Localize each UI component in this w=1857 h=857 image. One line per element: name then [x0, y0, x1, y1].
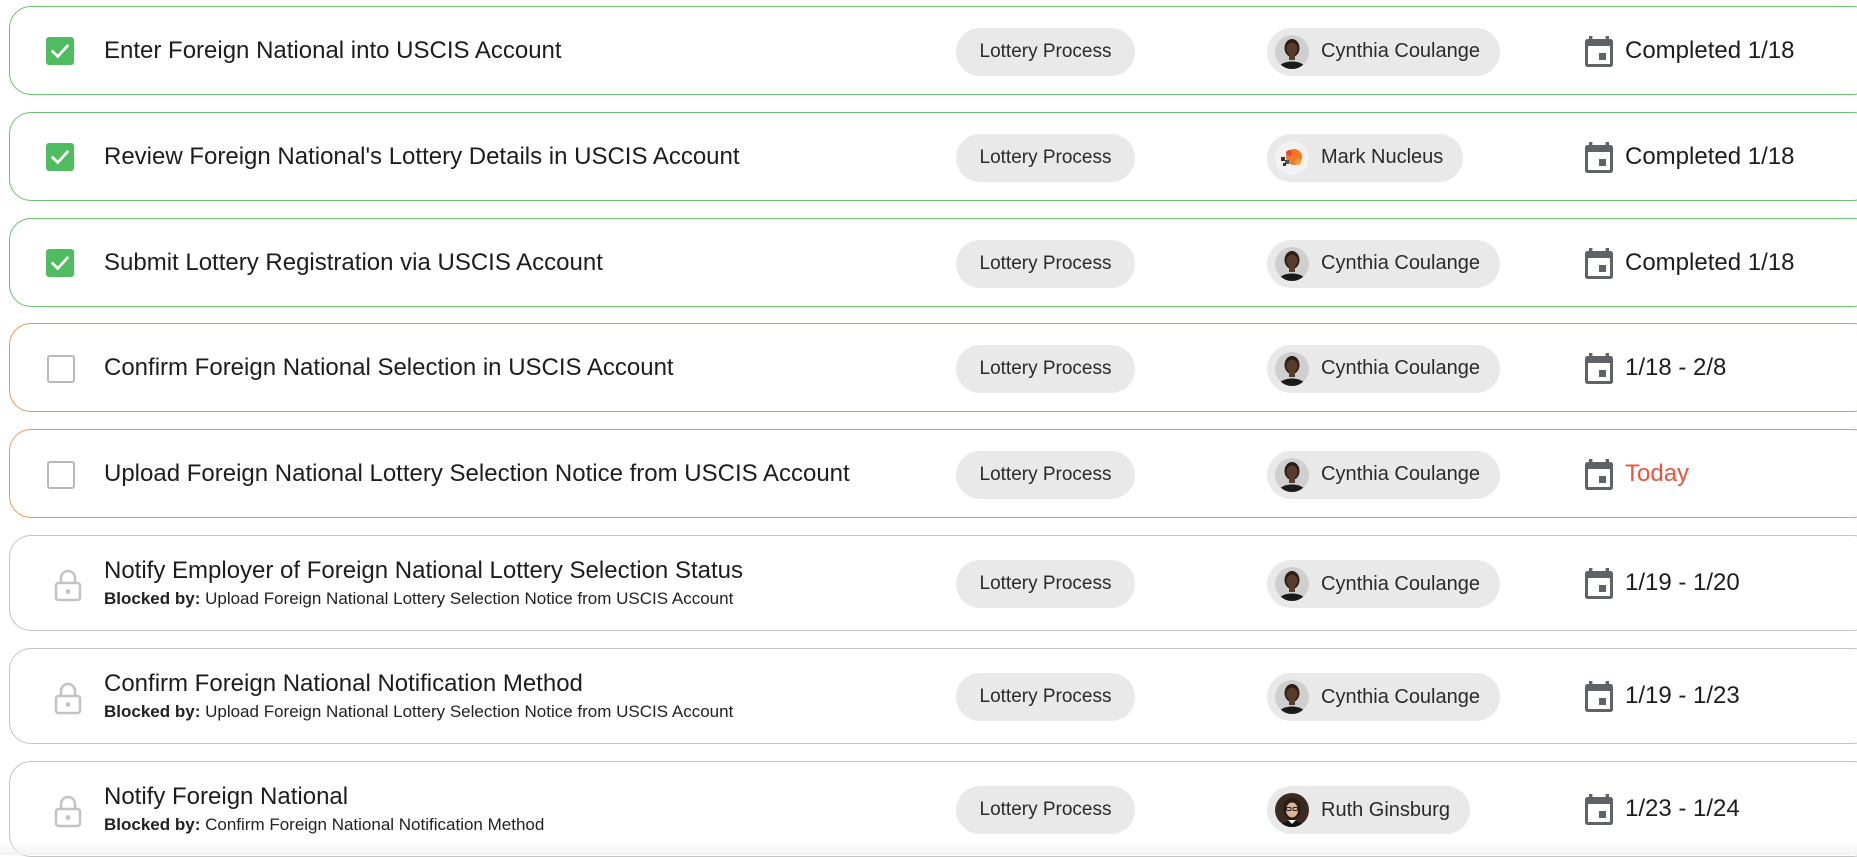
calendar-icon[interactable]	[1583, 35, 1615, 74]
blocked-by-text: Blocked by: Confirm Foreign National Not…	[104, 815, 544, 835]
task-row[interactable]: Enter Foreign National into USCIS Accoun…	[9, 6, 1857, 95]
task-row[interactable]: Upload Foreign National Lottery Selectio…	[9, 429, 1857, 518]
avatar	[1275, 457, 1309, 492]
empty-box	[47, 354, 75, 383]
task-title-block: Review Foreign National's Lottery Detail…	[104, 113, 740, 200]
assignee-name: Cynthia Coulange	[1321, 685, 1480, 708]
blocked-by-text: Blocked by: Upload Foreign National Lott…	[104, 702, 733, 722]
due-date[interactable]: Completed 1/18	[1625, 219, 1794, 306]
lock-icon	[53, 681, 83, 715]
assignee-name: Cynthia Coulange	[1321, 357, 1480, 379]
task-title[interactable]: Review Foreign National's Lottery Detail…	[104, 143, 740, 171]
task-row[interactable]: Submit Lottery Registration via USCIS Ac…	[9, 218, 1857, 307]
assignee-name: Ruth Ginsburg	[1321, 798, 1450, 821]
blocked-by-task: Upload Foreign National Lottery Selectio…	[205, 589, 734, 608]
category-tag[interactable]: Lottery Process	[956, 344, 1135, 393]
assignee-name: Mark Nucleus	[1321, 146, 1444, 168]
blocked-by-task: Confirm Foreign National Notification Me…	[205, 815, 545, 834]
due-date[interactable]: Today	[1625, 430, 1689, 517]
task-row[interactable]: Notify Foreign National Blocked by: Confi…	[9, 761, 1857, 857]
assignee-chip[interactable]: Cynthia Coulange	[1267, 450, 1500, 499]
task-title[interactable]: Enter Foreign National into USCIS Accoun…	[104, 37, 562, 65]
due-date[interactable]: Completed 1/18	[1625, 113, 1794, 200]
task-title[interactable]: Submit Lottery Registration via USCIS Ac…	[104, 249, 603, 277]
category-tag[interactable]: Lottery Process	[956, 27, 1135, 76]
task-title[interactable]: Confirm Foreign National Notification Me…	[104, 670, 733, 698]
due-date[interactable]: Completed 1/18	[1625, 7, 1794, 94]
calendar-icon[interactable]	[1583, 680, 1615, 719]
due-date[interactable]: 1/19 - 1/20	[1625, 536, 1740, 630]
due-date[interactable]: 1/19 - 1/23	[1625, 649, 1740, 743]
blocked-by-text: Blocked by: Upload Foreign National Lott…	[104, 589, 743, 609]
task-row[interactable]: Confirm Foreign National Selection in US…	[9, 323, 1857, 412]
task-title-block: Submit Lottery Registration via USCIS Ac…	[104, 219, 603, 306]
checkbox-empty-icon[interactable]	[46, 354, 76, 384]
check-mark-icon	[46, 36, 74, 65]
task-title-block: Notify Employer of Foreign National Lott…	[104, 536, 743, 630]
avatar	[1275, 793, 1309, 827]
assignee-chip[interactable]: Cynthia Coulange	[1267, 344, 1500, 393]
avatar	[1275, 34, 1309, 69]
task-title[interactable]: Confirm Foreign National Selection in US…	[104, 354, 674, 382]
task-row[interactable]: Notify Employer of Foreign National Lott…	[9, 535, 1857, 631]
check-mark-icon	[46, 248, 74, 277]
blocked-by-label: Blocked by:	[104, 702, 201, 721]
calendar-icon[interactable]	[1583, 247, 1615, 286]
category-tag[interactable]: Lottery Process	[956, 239, 1135, 288]
assignee-name: Cynthia Coulange	[1321, 463, 1480, 485]
empty-box	[47, 460, 75, 489]
category-tag[interactable]: Lottery Process	[956, 786, 1135, 834]
task-title-block: Confirm Foreign National Notification Me…	[104, 649, 733, 743]
avatar	[1275, 680, 1309, 714]
lock-icon	[53, 568, 83, 602]
due-date[interactable]: 1/18 - 2/8	[1625, 324, 1726, 411]
task-title-block: Enter Foreign National into USCIS Accoun…	[104, 7, 562, 94]
avatar	[1275, 351, 1309, 386]
blocked-by-label: Blocked by:	[104, 815, 201, 834]
assignee-chip[interactable]: Cynthia Coulange	[1267, 239, 1500, 288]
task-title-block: Notify Foreign National Blocked by: Confi…	[104, 762, 544, 856]
avatar	[1275, 246, 1309, 281]
calendar-icon[interactable]	[1583, 141, 1615, 180]
task-title-block: Confirm Foreign National Selection in US…	[104, 324, 674, 411]
calendar-icon[interactable]	[1583, 352, 1615, 391]
category-tag[interactable]: Lottery Process	[956, 450, 1135, 499]
assignee-name: Cynthia Coulange	[1321, 252, 1480, 274]
assignee-chip[interactable]: Cynthia Coulange	[1267, 27, 1500, 76]
task-row[interactable]: Confirm Foreign National Notification Me…	[9, 648, 1857, 744]
assignee-chip[interactable]: Cynthia Coulange	[1267, 560, 1500, 608]
task-row[interactable]: Review Foreign National's Lottery Detail…	[9, 112, 1857, 201]
checkbox-checked-icon[interactable]	[46, 248, 76, 279]
assignee-chip[interactable]: Mark Nucleus	[1267, 133, 1464, 182]
avatar	[1275, 567, 1309, 601]
category-tag[interactable]: Lottery Process	[956, 673, 1135, 721]
calendar-icon[interactable]	[1583, 567, 1615, 606]
calendar-icon[interactable]	[1583, 793, 1615, 832]
assignee-name: Cynthia Coulange	[1321, 572, 1480, 595]
avatar	[1275, 140, 1309, 175]
check-mark-icon	[46, 142, 74, 171]
task-title[interactable]: Upload Foreign National Lottery Selectio…	[104, 460, 850, 488]
blocked-by-task: Upload Foreign National Lottery Selectio…	[205, 702, 734, 721]
checkbox-checked-icon[interactable]	[46, 142, 76, 173]
task-title[interactable]: Notify Employer of Foreign National Lott…	[104, 557, 743, 585]
checkbox-checked-icon[interactable]	[46, 36, 76, 67]
category-tag[interactable]: Lottery Process	[956, 133, 1135, 182]
blocked-by-label: Blocked by:	[104, 589, 201, 608]
checkbox-empty-icon[interactable]	[46, 460, 76, 490]
assignee-chip[interactable]: Ruth Ginsburg	[1267, 786, 1470, 834]
task-title-block: Upload Foreign National Lottery Selectio…	[104, 430, 850, 517]
assignee-name: Cynthia Coulange	[1321, 40, 1480, 62]
task-title[interactable]: Notify Foreign National	[104, 783, 544, 811]
lock-icon	[53, 794, 83, 828]
assignee-chip[interactable]: Cynthia Coulange	[1267, 673, 1500, 721]
calendar-icon[interactable]	[1583, 458, 1615, 497]
due-date[interactable]: 1/23 - 1/24	[1625, 762, 1740, 856]
category-tag[interactable]: Lottery Process	[956, 560, 1135, 608]
